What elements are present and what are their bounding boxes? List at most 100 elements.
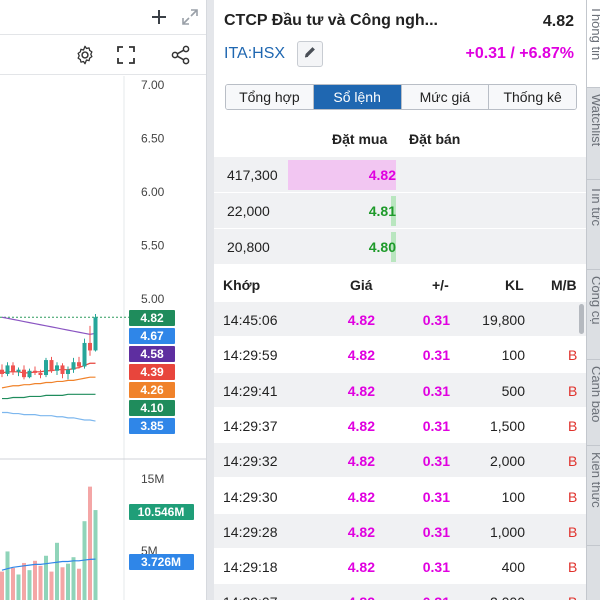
volume-ma-line: [1, 558, 96, 571]
trade-time: 14:29:30: [223, 489, 278, 505]
side-tab[interactable]: Cảnh báo: [587, 360, 600, 446]
trade-time: 14:29:18: [223, 559, 278, 575]
bid-price: 4.81: [368, 203, 396, 219]
plus-icon[interactable]: [148, 6, 170, 28]
trade-row[interactable]: 14:29:18 4.82 0.31 400 B: [214, 549, 586, 584]
info-tabs: Tổng hợp Sổ lệnh Mức giá Thống kê: [225, 84, 577, 110]
orderbook-header: Đặt mua Đặt bán: [214, 122, 586, 156]
trade-price: 4.82: [347, 524, 375, 540]
ma-line-purple: [1, 316, 96, 335]
orderbook-row[interactable]: 417,300 4.82: [214, 157, 586, 193]
col-price-header: Giá: [350, 277, 373, 293]
trade-price: 4.82: [347, 559, 375, 575]
tab-thong-ke[interactable]: Thống kê: [489, 85, 576, 109]
volume-bar: [60, 567, 65, 600]
price-label-text: 4.10: [140, 401, 164, 415]
trade-time: 14:29:37: [223, 418, 278, 434]
side-tab-label: Công cụ: [589, 276, 600, 325]
volume-bar: [16, 574, 21, 600]
settings-gear-icon[interactable]: [72, 42, 98, 68]
trade-price: 4.82: [345, 594, 375, 600]
trade-row[interactable]: 14:29:28 4.82 0.31 1,000 B: [214, 514, 586, 549]
fullscreen-expand-icon[interactable]: [179, 6, 201, 28]
candle-body: [71, 362, 76, 370]
price-chart[interactable]: 7.00 6.50 6.00 5.50 5.00 15M 5M 4.82 4.67 4.58 4.3…: [0, 76, 207, 600]
trades-header: Khớp Giá +/- KL M/B: [214, 266, 586, 302]
price-label-text: 4.67: [140, 329, 164, 343]
edit-ticker-button[interactable]: [297, 41, 323, 67]
trades-scrollbar[interactable]: [579, 304, 584, 334]
trade-side: B: [568, 489, 578, 505]
stock-ticker[interactable]: ITA:HSX: [224, 45, 285, 63]
candlestick-chart-svg[interactable]: 7.006.506.005.505.0015M5M4.824.674.584.3…: [0, 76, 207, 600]
price-axis-label: 6.50: [141, 132, 165, 146]
col-time-header: Khớp: [223, 277, 261, 293]
side-tab[interactable]: Tin tức: [587, 180, 600, 270]
tab-muc-gia[interactable]: Mức giá: [401, 85, 490, 109]
trade-row[interactable]: 14:29:41 4.82 0.31 500 B: [214, 373, 586, 408]
tab-so-lenh[interactable]: Sổ lệnh: [313, 85, 402, 109]
trade-change: 0.31: [422, 559, 450, 575]
ma-line-orange: [1, 376, 96, 389]
bid-header: Đặt mua: [332, 131, 388, 147]
price-axis-label: 5.50: [141, 239, 165, 253]
side-tab-label: Cảnh báo: [589, 366, 600, 423]
ask-header: Đặt bán: [409, 131, 461, 147]
tab-tong-hop[interactable]: Tổng hợp: [226, 85, 314, 109]
candle-body: [44, 360, 48, 376]
price-label-text: 3.85: [140, 419, 164, 433]
side-tab[interactable]: Kiến thức: [587, 446, 600, 546]
candle-body: [11, 365, 15, 372]
side-tab[interactable]: Watchlist: [587, 88, 600, 180]
chart-top-bar: [0, 0, 206, 35]
trade-row[interactable]: 14:45:06 4.82 0.31 19,800: [214, 302, 586, 337]
volume-bar: [66, 563, 70, 600]
side-tab[interactable]: Thông tin: [587, 0, 600, 88]
trade-row[interactable]: 14:29:32 4.82 0.31 2,000 B: [214, 443, 586, 478]
trade-price: 4.82: [347, 489, 375, 505]
trade-price: 4.82: [347, 418, 375, 434]
trade-row[interactable]: 14:29:37 4.82 0.31 1,500 B: [214, 408, 586, 443]
volume-bar: [93, 510, 98, 600]
trade-side: B: [568, 559, 578, 575]
trade-time: 14:29:32: [223, 453, 278, 469]
candle-body: [38, 372, 43, 376]
candle-body: [22, 369, 26, 378]
volume-bar: [11, 568, 15, 600]
stock-change: +0.31 / +6.87%: [465, 45, 574, 62]
volume-axis-label: 15M: [141, 472, 164, 486]
ma-line-green: [2, 393, 96, 400]
trade-row[interactable]: 14:29:30 4.82 0.31 100 B: [214, 479, 586, 514]
volume-bar: [77, 568, 81, 600]
share-icon[interactable]: [168, 42, 194, 68]
chart-panel[interactable]: 7.00 6.50 6.00 5.50 5.00 15M 5M 4.82 4.67 4.58 4.3…: [0, 0, 207, 600]
fullscreen-icon[interactable]: [113, 42, 139, 68]
price-label-text: 4.58: [140, 347, 164, 361]
trade-row[interactable]: 14:29:59 4.82 0.31 100 B: [214, 337, 586, 372]
trade-volume: 2,000: [474, 594, 525, 600]
panel-resize-gutter[interactable]: [207, 0, 214, 600]
trade-change: 0.31: [422, 347, 450, 363]
trade-side: B: [568, 594, 577, 600]
candle-body: [27, 370, 32, 378]
trade-change: 0.31: [422, 312, 450, 328]
trade-change: 0.31: [422, 383, 450, 399]
trade-price: 4.82: [347, 383, 375, 399]
bid-price: 4.80: [368, 239, 396, 255]
trade-price: 4.82: [347, 453, 375, 469]
side-tab[interactable]: Công cụ: [587, 270, 600, 360]
volume-bar: [71, 557, 76, 600]
trade-side: B: [568, 453, 578, 469]
candle-body: [16, 369, 21, 372]
candle-body: [93, 317, 98, 351]
orderbook-row[interactable]: 22,000 4.81: [214, 193, 586, 229]
price-axis-label: 7.00: [141, 78, 165, 92]
bid-volume: 417,300: [227, 167, 278, 183]
trade-change: 0.31: [422, 453, 450, 469]
trade-volume: 19,800: [482, 312, 525, 328]
candle-body: [55, 365, 59, 371]
pencil-icon: [303, 45, 317, 64]
orderbook-row[interactable]: 20,800 4.80: [214, 229, 586, 265]
trade-time: 14:29:07: [223, 594, 278, 600]
trade-row[interactable]: 14:29:07 4.82 0.31 2,000 B: [214, 584, 586, 600]
